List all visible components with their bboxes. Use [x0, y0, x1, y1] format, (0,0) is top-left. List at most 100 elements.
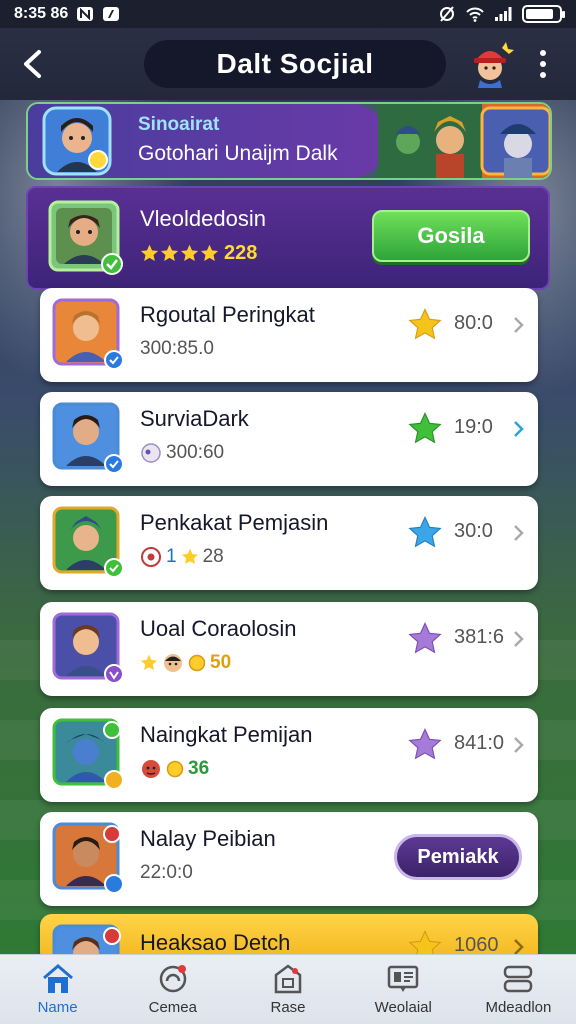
- wifi-icon: [466, 7, 484, 22]
- star-icon: [200, 244, 219, 261]
- player-score: 80:0: [454, 312, 493, 334]
- chevron-left-icon: [24, 50, 41, 78]
- player-name: Uoal Coraolosin: [140, 616, 297, 641]
- star-icon: [140, 244, 159, 261]
- player-name: SurviaDark: [140, 406, 249, 431]
- nav-item-social[interactable]: Weolaial: [346, 955, 461, 1024]
- featured-player-avatar: [48, 200, 123, 275]
- star-icon: [160, 244, 179, 261]
- chevron-right-icon: [514, 737, 524, 753]
- featured-action-button[interactable]: Gosila: [372, 210, 530, 262]
- list-item[interactable]: SurviaDark 300:60 19:0: [40, 392, 538, 486]
- player-stat: 36: [140, 758, 209, 780]
- bottom-navigation: Name Cemea Rase Weolaial Mdeadlon: [0, 954, 576, 1024]
- notification-n-icon: [77, 7, 94, 21]
- player-stat: 1 28: [140, 546, 224, 568]
- profile-avatar[interactable]: [466, 40, 514, 88]
- player-stat-value: 300:60: [166, 442, 225, 463]
- player-name: Nalay Peibian: [140, 826, 276, 851]
- player-action-button[interactable]: Pemiakk: [394, 834, 522, 880]
- player-score: 381:6: [454, 626, 505, 648]
- notification-icon: [159, 965, 187, 993]
- nav-label: Cemea: [148, 999, 197, 1016]
- nav-label: Mdeadlon: [485, 999, 552, 1016]
- player-avatar: [52, 718, 124, 790]
- coin-icon: [166, 760, 184, 778]
- chevron-right-icon: [514, 525, 524, 541]
- signal-icon: [495, 7, 512, 21]
- star-icon: [408, 308, 442, 340]
- face-icon: [142, 760, 160, 778]
- home-icon: [42, 964, 73, 993]
- player-stat: 50: [140, 652, 231, 674]
- player-name: Heaksao Detch: [140, 930, 291, 955]
- chevron-right-icon: [514, 631, 524, 647]
- player-name: Rgoutal Peringkat: [140, 302, 315, 327]
- player-name: Naingkat Pemijan: [140, 722, 313, 747]
- more-options-button[interactable]: [528, 46, 558, 82]
- face-icon: [164, 654, 182, 672]
- star-icon: [408, 412, 442, 444]
- nav-label: Rase: [270, 999, 306, 1016]
- banner-title: Sinoairat: [138, 114, 220, 135]
- banner-subtitle: Gotohari Unaijm Dalk: [138, 142, 338, 165]
- banner-characters-illustration: [378, 104, 550, 178]
- star-icon: [408, 728, 442, 760]
- player-stat: 300:85.0: [140, 338, 214, 360]
- ball-icon: [141, 443, 161, 463]
- player-name: Penkakat Pemjasin: [140, 510, 329, 535]
- featured-score: 228: [224, 242, 258, 264]
- player-score: 19:0: [454, 416, 493, 438]
- shop-icon: [274, 964, 302, 994]
- star-icon: [408, 622, 442, 654]
- player-stat-value: 28: [202, 546, 224, 567]
- back-button[interactable]: [14, 46, 50, 82]
- social-icon: [387, 965, 419, 992]
- chevron-right-icon: [514, 317, 524, 333]
- player-avatar: [52, 612, 124, 684]
- player-avatar: [52, 822, 124, 894]
- player-stat-value: 50: [210, 652, 232, 673]
- star-icon: [408, 516, 442, 548]
- nav-item-home[interactable]: Name: [0, 955, 115, 1024]
- player-stat-value: 300:85.0: [140, 338, 214, 359]
- star-icon: [181, 548, 198, 565]
- featured-player-card[interactable]: Vleoldedosin 228 Gosila: [26, 186, 550, 290]
- player-avatar: [52, 298, 124, 370]
- alarm-icon: [440, 6, 454, 22]
- player-stat-value: 22:0:0: [140, 862, 193, 883]
- battery-icon: [522, 5, 565, 23]
- nav-label: Name: [37, 999, 78, 1016]
- featured-player-name: Vleoldedosin: [140, 206, 266, 231]
- page-title: Dalt Socjial: [144, 40, 446, 88]
- list-item[interactable]: Rgoutal Peringkat 300:85.0 80:0: [40, 288, 538, 382]
- status-time: 8:35 86: [14, 5, 69, 22]
- star-icon: [140, 654, 158, 671]
- list-item[interactable]: Uoal Coraolosin 50 381:6: [40, 602, 538, 696]
- nav-item-shop[interactable]: Rase: [230, 955, 345, 1024]
- nav-item-notifications[interactable]: Cemea: [115, 955, 230, 1024]
- app-header: Dalt Socjial: [0, 28, 576, 100]
- player-stat-value: 36: [188, 758, 210, 779]
- app-notification-icon: [103, 7, 120, 21]
- list-item[interactable]: Penkakat Pemjasin 1 28 30:0: [40, 496, 538, 590]
- player-score: 841:0: [454, 732, 505, 754]
- menu-icon: [504, 965, 533, 993]
- chevron-right-icon: [514, 421, 524, 437]
- ball-icon: [141, 547, 161, 567]
- player-avatar: [52, 402, 124, 474]
- player-stat: 300:60: [140, 442, 224, 464]
- player-avatar: [52, 506, 124, 578]
- promo-banner[interactable]: Sinoairat Gotohari Unaijm Dalk: [26, 102, 552, 180]
- star-icon: [180, 244, 199, 261]
- list-item[interactable]: Nalay Peibian 22:0:0 Pemiakk: [40, 812, 538, 906]
- list-item[interactable]: Naingkat Pemijan 36 841:0: [40, 708, 538, 802]
- more-vertical-icon: [540, 50, 546, 56]
- banner-character-avatar: [42, 106, 112, 176]
- coin-icon: [188, 654, 206, 672]
- player-stat-value: 1: [166, 546, 177, 567]
- nav-item-menu[interactable]: Mdeadlon: [461, 955, 576, 1024]
- player-stat: 22:0:0: [140, 862, 193, 884]
- status-bar: 8:35 86: [0, 0, 576, 28]
- nav-label: Weolaial: [374, 999, 432, 1016]
